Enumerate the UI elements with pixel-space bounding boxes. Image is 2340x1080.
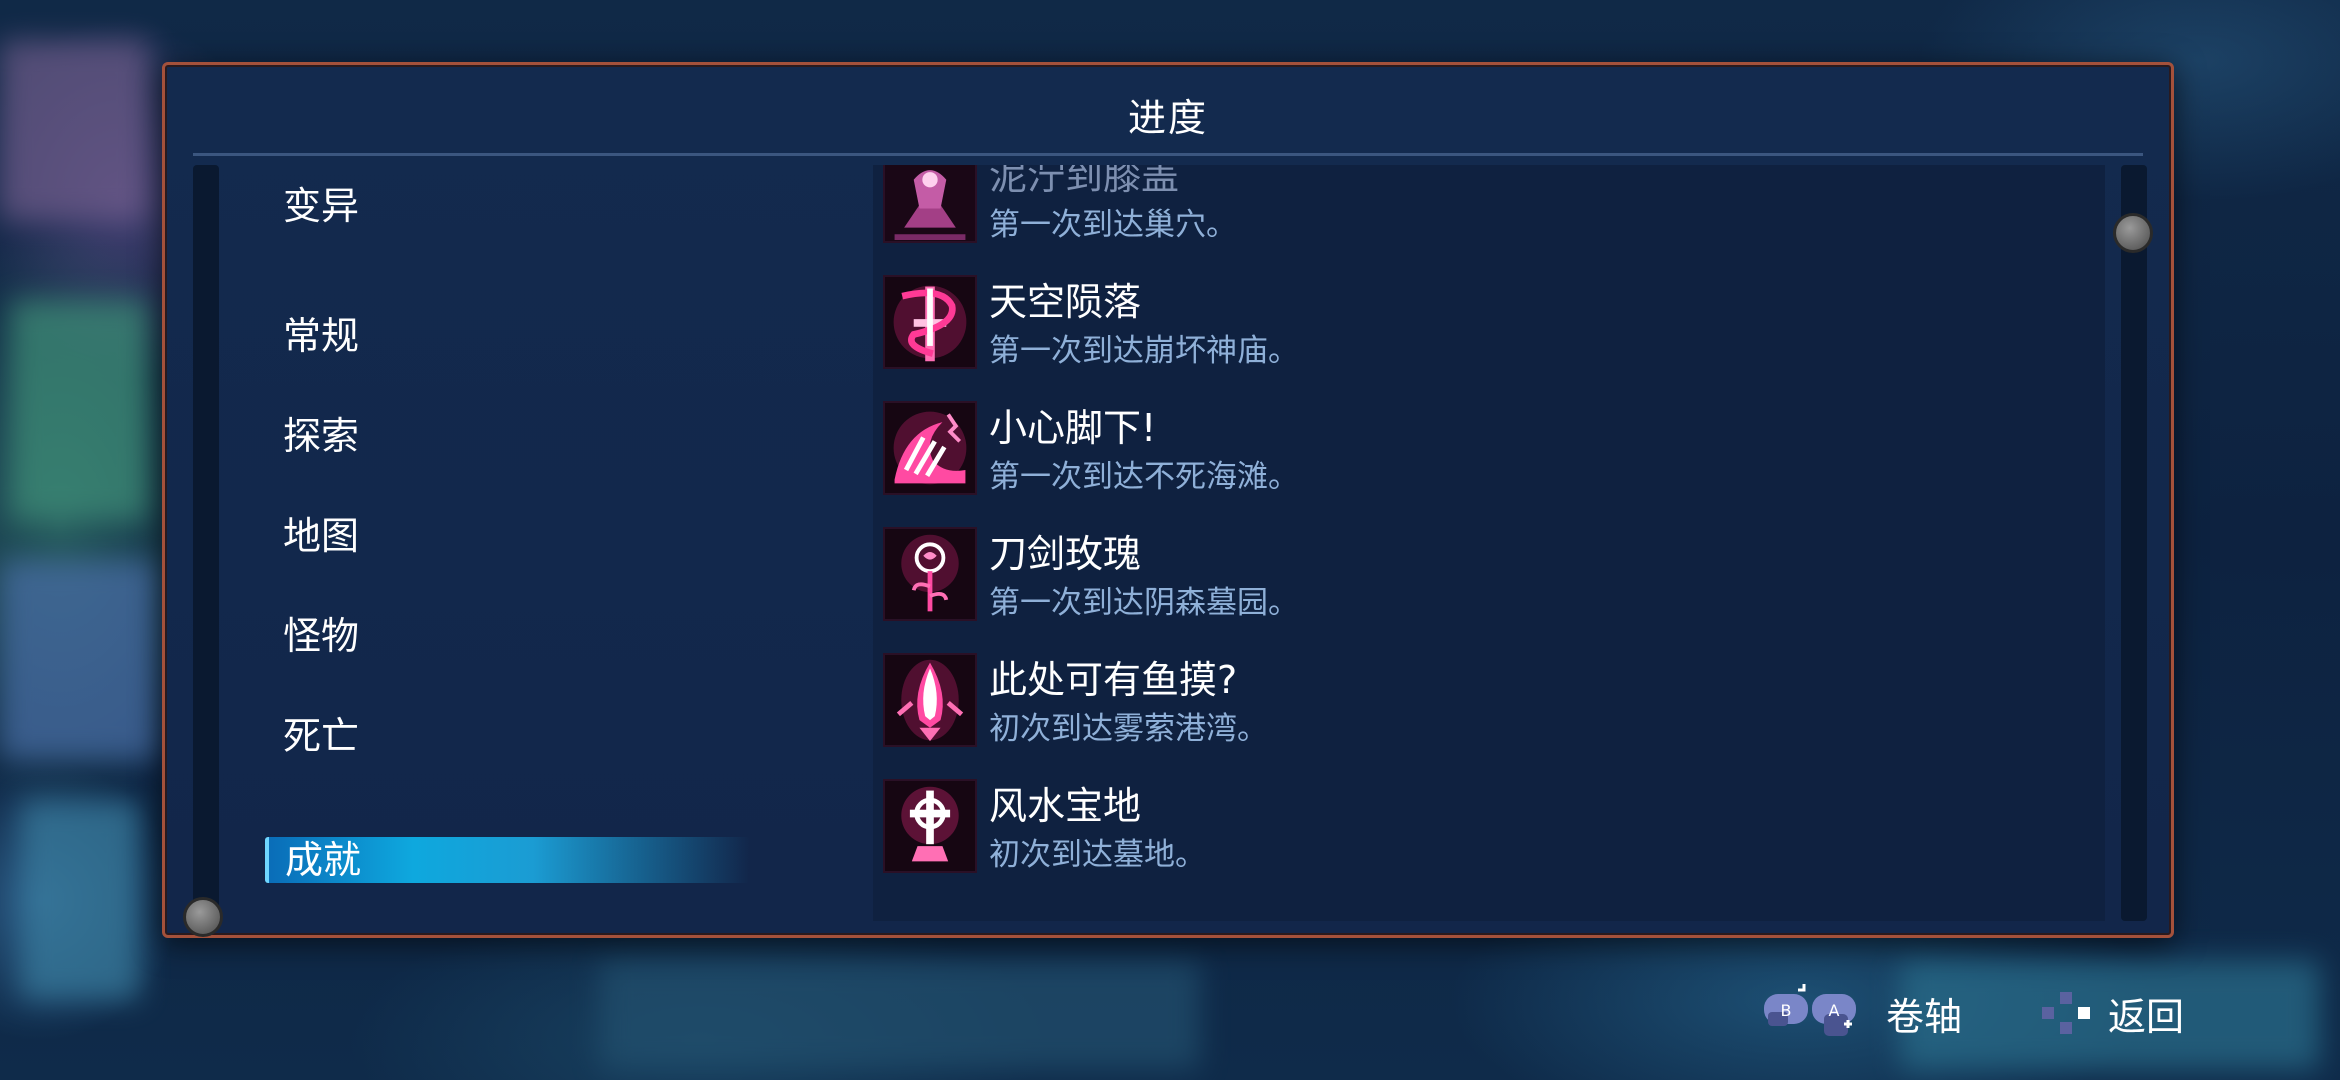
achievement-item[interactable]: 此处可有鱼摸? 初次到达雾萦港湾。 <box>883 649 2083 749</box>
spider-nest-icon <box>883 165 977 243</box>
achievement-item[interactable]: 泥泞到膝盖 第一次到达巢穴。 <box>883 165 2083 245</box>
achievement-item[interactable]: 天空陨落 第一次到达崩坏神庙。 <box>883 271 2083 371</box>
category-list: 变异 常规 探索 地图 怪物 死亡 成就 <box>165 65 749 935</box>
back-hint-label[interactable]: 返回 <box>2108 986 2184 1041</box>
achievement-desc: 初次到达墓地。 <box>989 837 1206 873</box>
achievement-desc: 第一次到达阴森墓园。 <box>989 585 1299 621</box>
achievement-desc: 第一次到达崩坏神庙。 <box>989 333 1299 369</box>
category-general[interactable]: 常规 <box>283 305 359 360</box>
category-deaths[interactable]: 死亡 <box>283 705 359 760</box>
category-achievements-selected[interactable]: 成就 <box>265 837 749 883</box>
control-hints: B A 卷轴 返回 <box>1760 982 2200 1046</box>
category-achievements-label: 成就 <box>285 838 362 882</box>
crashing-wave-icon <box>883 401 977 495</box>
achievement-scroll-track[interactable] <box>2121 165 2147 921</box>
achievement-title: 泥泞到膝盖 <box>989 165 1180 198</box>
achievement-desc: 第一次到达巢穴。 <box>989 207 1237 243</box>
category-monsters[interactable]: 怪物 <box>283 605 359 660</box>
svg-text:A: A <box>1829 1001 1840 1020</box>
category-map[interactable]: 地图 <box>283 505 359 560</box>
achievement-title: 风水宝地 <box>989 784 1142 828</box>
achievement-title: 天空陨落 <box>989 280 1142 324</box>
category-scroll-thumb[interactable] <box>183 897 223 937</box>
rose-icon <box>883 527 977 621</box>
achievement-desc: 初次到达雾萦港湾。 <box>989 711 1268 747</box>
achievement-item[interactable]: 刀剑玫瑰 第一次到达阴森墓园。 <box>883 523 2083 623</box>
fish-icon <box>883 653 977 747</box>
achievement-title: 此处可有鱼摸? <box>989 658 1238 702</box>
achievement-title: 小心脚下! <box>989 406 1157 450</box>
achievement-title: 刀剑玫瑰 <box>989 532 1142 576</box>
scroll-hint-label: 卷轴 <box>1886 995 1963 1039</box>
achievement-scroll-thumb[interactable] <box>2113 213 2153 253</box>
category-exploration[interactable]: 探索 <box>283 405 359 460</box>
achievement-item[interactable]: 小心脚下! 第一次到达不死海滩。 <box>883 397 2083 497</box>
celtic-cross-icon <box>883 779 977 873</box>
serpent-sword-icon <box>883 275 977 369</box>
achievement-list[interactable]: 泥泞到膝盖 第一次到达巢穴。 天空陨落 第一次到达崩坏神庙。 小心脚下! 第一次… <box>873 165 2105 921</box>
achievement-item[interactable]: 风水宝地 初次到达墓地。 <box>883 775 2083 875</box>
progress-panel: 进度 变异 常规 探索 地图 怪物 死亡 成就 泥泞到膝盖 第一次到达巢穴。 天… <box>162 62 2174 938</box>
gamepad-bumpers-icon: B A <box>1764 984 1860 1044</box>
category-mutations[interactable]: 变异 <box>283 175 359 230</box>
achievement-desc: 第一次到达不死海滩。 <box>989 459 1299 495</box>
svg-text:B: B <box>1781 1001 1792 1020</box>
dpad-icon <box>2042 992 2090 1038</box>
